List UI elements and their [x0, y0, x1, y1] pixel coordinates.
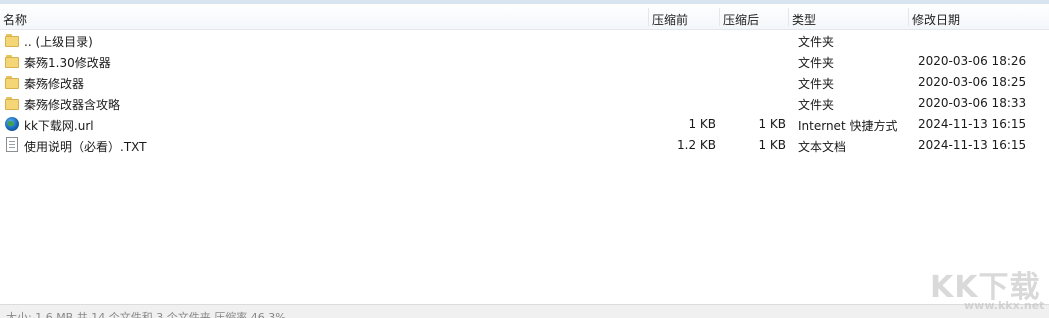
file-type: 文件夹: [798, 77, 835, 91]
column-divider[interactable]: [788, 8, 789, 26]
folder-icon: [4, 53, 20, 69]
file-type: 文本文档: [798, 140, 847, 154]
file-type: 文件夹: [798, 35, 835, 49]
compressed-size: 1 KB: [688, 117, 716, 131]
file-row[interactable]: 秦殇1.30修改器 文件夹 2020-03-06 18:26: [0, 51, 1049, 72]
folder-icon: [4, 74, 20, 90]
file-name: 秦殇1.30修改器: [24, 56, 111, 70]
file-modified-date: 2020-03-06 18:33: [918, 96, 1027, 110]
column-header-compressed[interactable]: 压缩前: [652, 11, 688, 28]
file-name: 使用说明（必看）.TXT: [24, 140, 147, 154]
column-header-type[interactable]: 类型: [792, 11, 816, 28]
file-row[interactable]: 秦殇修改器含攻略 文件夹 2020-03-06 18:33: [0, 93, 1049, 114]
file-name: 秦殇修改器: [24, 77, 85, 91]
status-bar: 大小: 1.6 MB 共 14 个文件和 3 个文件夹 压缩率 46.3%: [0, 304, 1049, 318]
column-header-modified[interactable]: 修改日期: [912, 11, 960, 28]
file-row[interactable]: 使用说明（必看）.TXT 1.2 KB 1 KB 文本文档 2024-11-13…: [0, 135, 1049, 156]
file-modified-date: 2020-03-06 18:26: [918, 54, 1027, 68]
file-type: 文件夹: [798, 56, 835, 70]
file-row[interactable]: 秦殇修改器 文件夹 2020-03-06 18:25: [0, 72, 1049, 93]
column-divider[interactable]: [908, 8, 909, 26]
folder-icon: [4, 95, 20, 111]
file-name: kk下载网.url: [24, 119, 94, 133]
file-row[interactable]: kk下载网.url 1 KB 1 KB Internet 快捷方式 2024-1…: [0, 114, 1049, 135]
original-size: 1 KB: [758, 117, 786, 131]
file-modified-date: 2020-03-06 18:25: [918, 75, 1027, 89]
file-modified-date: 2024-11-13 16:15: [918, 117, 1027, 131]
internet-shortcut-icon: [5, 117, 19, 131]
watermark-logo-text: KK下载: [930, 270, 1041, 305]
file-modified-date: 2024-11-13 16:15: [918, 138, 1027, 152]
column-header-original[interactable]: 压缩后: [723, 11, 759, 28]
original-size: 1 KB: [758, 138, 786, 152]
column-header-bar: 名称 压缩前 压缩后 类型 修改日期: [0, 4, 1049, 30]
column-header-name[interactable]: 名称: [3, 11, 27, 28]
file-type: 文件夹: [798, 98, 835, 112]
text-document-icon: [6, 137, 18, 152]
file-name: 秦殇修改器含攻略: [24, 98, 121, 112]
compressed-size: 1.2 KB: [677, 138, 716, 152]
file-type: Internet 快捷方式: [798, 119, 898, 133]
file-row-parent-directory[interactable]: .. (上级目录) 文件夹: [0, 30, 1049, 51]
folder-icon: [4, 32, 20, 48]
file-name: .. (上级目录): [24, 35, 93, 49]
column-divider[interactable]: [648, 8, 649, 26]
column-divider[interactable]: [719, 8, 720, 26]
